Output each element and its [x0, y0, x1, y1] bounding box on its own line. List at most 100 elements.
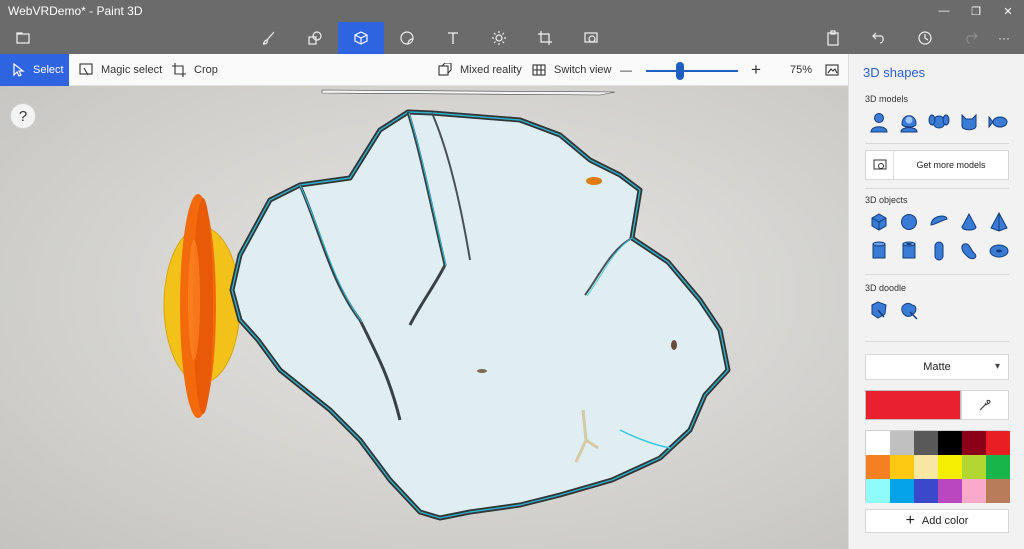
menu-folder-icon[interactable]	[0, 22, 46, 54]
mixed-reality-button[interactable]: Mixed reality	[438, 54, 522, 86]
palette-swatch[interactable]	[866, 479, 890, 503]
zoom-out-button[interactable]: —	[620, 54, 632, 86]
small-speck	[477, 369, 487, 373]
remix3d-icon[interactable]	[568, 22, 614, 54]
cursor-icon	[13, 63, 25, 77]
panel-title: 3D shapes	[863, 65, 926, 80]
yellow-disc-object[interactable]	[163, 194, 241, 418]
divider	[865, 274, 1009, 275]
palette-swatch[interactable]	[914, 455, 938, 479]
finish-dropdown[interactable]: Matte ▾	[865, 354, 1009, 380]
cone-icon[interactable]	[957, 210, 981, 234]
canvas-icon[interactable]	[522, 22, 568, 54]
3d-scene[interactable]	[0, 86, 848, 549]
pyramid-icon[interactable]	[987, 210, 1011, 234]
tube-icon[interactable]	[897, 239, 921, 263]
divider	[865, 188, 1009, 189]
sphere-icon[interactable]	[897, 210, 921, 234]
add-color-label: Add color	[921, 515, 969, 527]
divider	[865, 143, 1009, 144]
brushes-icon[interactable]	[246, 22, 292, 54]
switch-view-label: Switch view	[554, 64, 612, 76]
close-button[interactable]: ✕	[992, 0, 1024, 22]
shapes-panel: 3D shapes 3D models Get more models 3D o…	[848, 54, 1024, 549]
text-icon[interactable]	[430, 22, 476, 54]
magic-select-button[interactable]: Magic select	[79, 54, 162, 86]
palette-swatch[interactable]	[890, 455, 914, 479]
help-button[interactable]: ?	[10, 103, 36, 129]
2d-shapes-icon[interactable]	[292, 22, 338, 54]
more-options-icon[interactable]: ···	[984, 22, 1024, 54]
effects-icon[interactable]	[476, 22, 522, 54]
palette-swatch[interactable]	[986, 455, 1010, 479]
stickers-icon[interactable]	[384, 22, 430, 54]
cylinder-icon[interactable]	[867, 239, 891, 263]
eyedropper-button[interactable]	[961, 390, 1009, 420]
main-toolbar: ···	[0, 22, 1024, 54]
mixed-reality-label: Mixed reality	[460, 64, 522, 76]
mixed-reality-icon	[438, 63, 452, 76]
palette-swatch[interactable]	[890, 479, 914, 503]
undo-icon[interactable]	[856, 22, 902, 54]
finish-value: Matte	[923, 361, 951, 373]
dog-model-icon[interactable]	[927, 110, 951, 134]
cat-model-icon[interactable]	[957, 110, 981, 134]
models-section-label: 3D models	[865, 94, 909, 104]
palette-swatch[interactable]	[890, 431, 914, 455]
zoom-slider-track[interactable]	[646, 70, 738, 72]
select-button[interactable]: Select	[0, 54, 69, 86]
plus-icon: +	[905, 512, 915, 529]
soft-doodle-icon[interactable]	[897, 298, 921, 322]
window-title: WebVRDemo* - Paint 3D	[8, 4, 143, 18]
capsule-icon[interactable]	[927, 239, 951, 263]
palette-swatch[interactable]	[962, 479, 986, 503]
palette-swatch[interactable]	[914, 479, 938, 503]
chevron-down-icon: ▾	[994, 361, 1000, 372]
woman-model-icon[interactable]	[897, 110, 921, 134]
magic-select-icon	[79, 63, 93, 76]
get-more-models-button[interactable]: Get more models	[865, 150, 1009, 180]
palette-swatch[interactable]	[938, 431, 962, 455]
palette-swatch[interactable]	[962, 431, 986, 455]
eyedropper-icon	[979, 399, 991, 411]
switch-view-button[interactable]: Switch view	[532, 54, 611, 86]
canvas-area[interactable]: ?	[0, 86, 848, 549]
palette-swatch[interactable]	[938, 455, 962, 479]
palette-swatch[interactable]	[866, 431, 890, 455]
sharp-doodle-icon[interactable]	[867, 298, 891, 322]
grid-view-icon	[532, 64, 546, 76]
man-model-icon[interactable]	[867, 110, 891, 134]
hemisphere-icon[interactable]	[927, 210, 951, 234]
fish-model-icon[interactable]	[987, 110, 1011, 134]
bean-icon[interactable]	[957, 239, 981, 263]
palette-swatch[interactable]	[986, 479, 1010, 503]
cube-icon[interactable]	[867, 210, 891, 234]
select-label: Select	[33, 64, 64, 76]
crop-label: Crop	[194, 64, 218, 76]
add-color-button[interactable]: + Add color	[865, 509, 1009, 533]
maximize-button[interactable]: ❐	[960, 0, 992, 22]
zoom-in-button[interactable]: +	[751, 54, 761, 86]
flat-plane-edge[interactable]	[321, 89, 616, 96]
crop-button[interactable]: Crop	[172, 54, 218, 86]
current-color-swatch[interactable]	[865, 390, 961, 420]
history-icon[interactable]	[902, 22, 948, 54]
palette-swatch[interactable]	[986, 431, 1010, 455]
zoom-slider-thumb[interactable]	[676, 62, 684, 80]
palette-swatch[interactable]	[866, 455, 890, 479]
paste-icon[interactable]	[810, 22, 856, 54]
donut-icon[interactable]	[987, 239, 1011, 263]
palette-swatch[interactable]	[938, 479, 962, 503]
fit-view-button[interactable]	[825, 54, 847, 86]
3d-shapes-icon[interactable]	[338, 22, 384, 54]
image-view-icon	[825, 64, 839, 76]
crop-icon	[172, 63, 186, 77]
minimize-button[interactable]: —	[928, 0, 960, 22]
palette-swatch[interactable]	[914, 431, 938, 455]
doodle-section-label: 3D doodle	[865, 283, 907, 293]
palette-swatch[interactable]	[962, 455, 986, 479]
remix3d-icon	[866, 151, 894, 179]
ice-rock-model[interactable]	[229, 109, 731, 521]
orange-fish-speck	[586, 177, 602, 185]
title-bar: WebVRDemo* - Paint 3D — ❐ ✕	[0, 0, 1024, 22]
